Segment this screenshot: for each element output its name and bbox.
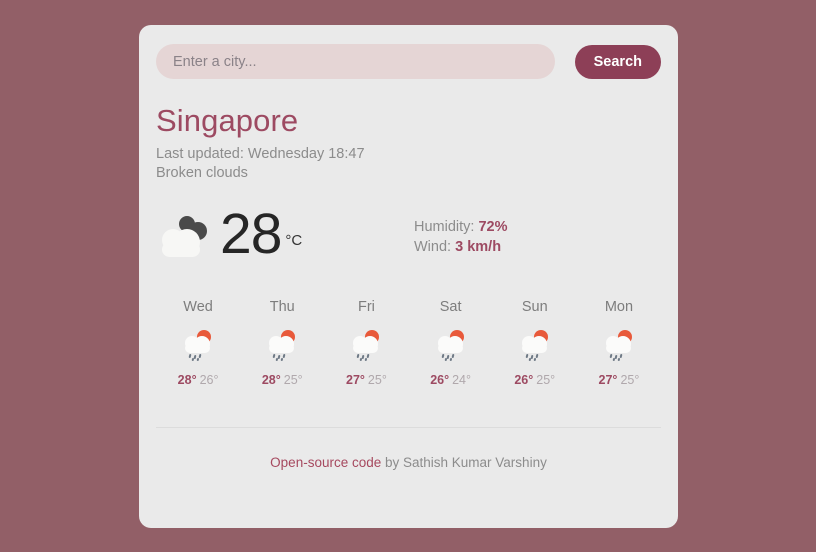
forecast-temps: 27° 25° [577,374,661,387]
forecast-temp-max: 26° [430,373,450,388]
forecast-day-wed: Wed 28° 26° [156,300,240,387]
forecast-day-label: Mon [604,298,634,315]
forecast-temps: 28° 26° [156,374,240,387]
forecast-temp-min: 25° [367,373,387,388]
forecast-day-sat: Sat 26° 24° [409,300,493,387]
forecast-temp-min: 24° [452,373,471,388]
forecast-temps: 28° 25° [240,374,324,387]
forecast-temp-max: 28° [177,373,197,388]
city-name: Singapore [156,103,299,138]
forecast-temps: 26° 25° [493,374,577,387]
forecast-temp-max: 26° [514,373,534,388]
forecast-day-fri: Fri 27° 25° [324,300,408,387]
footer-credit-text: by Sathish Kumar Varshiny [381,454,547,470]
broken-clouds-icon [156,206,218,264]
sun-behind-rain-cloud-icon [240,325,324,365]
search-input[interactable] [156,44,555,79]
forecast-day-label: Wed [183,298,213,315]
forecast-temp-max: 27° [598,373,618,388]
weather-app-card: Search Singapore Last updated: Wednesday… [139,25,678,528]
sun-behind-rain-cloud-icon [324,325,408,365]
forecast-temp-min: 25° [620,373,640,388]
temperature-unit: °C [285,232,303,250]
forecast-temps: 26° 24° [409,374,493,387]
current-temperature-group: 28 °C [156,206,414,264]
sun-behind-rain-cloud-icon [577,325,661,365]
weather-description-text: Broken clouds [156,164,248,181]
search-button[interactable]: Search [574,44,661,79]
humidity-value: 72% [478,218,508,235]
sun-behind-rain-cloud-icon [493,325,577,365]
forecast-day-sun: Sun 26° 25° [493,300,577,387]
forecast-day-mon: Mon 27° 25° [577,300,661,387]
forecast-day-label: Sat [439,298,462,315]
forecast-temp-min: 25° [536,373,556,388]
forecast-temp-min: 25° [283,373,303,388]
forecast-day-label: Sun [521,298,548,315]
forecast-day-thu: Thu 28° 25° [240,300,324,387]
city-summary: Singapore Last updated: Wednesday 18:47 … [156,79,661,183]
footer: Open-source code by Sathish Kumar Varshi… [156,428,661,470]
forecast-temps: 27° 25° [324,374,408,387]
forecast-temp-min: 26° [199,373,219,388]
forecast-day-label: Fri [357,298,375,315]
wind-label: Wind: [414,238,452,255]
wind-row: Wind: 3 km/h [414,237,508,257]
open-source-code-link[interactable]: Open-source code [270,455,381,470]
humidity-label: Humidity: [414,218,475,235]
forecast-temp-max: 27° [346,373,365,388]
forecast-day-label: Thu [269,298,295,315]
current-temperature-value: 28 [220,202,282,267]
sun-behind-rain-cloud-icon [409,325,493,365]
current-stats: Humidity: 72% Wind: 3 km/h [414,213,508,257]
forecast-list: Wed 28° 26° Thu 28° 25° Fri 27° 25° Sat … [156,264,661,387]
forecast-temp-max: 28° [261,373,281,388]
sun-behind-rain-cloud-icon [156,325,240,365]
humidity-row: Humidity: 72% [414,217,508,237]
search-bar: Search [156,25,661,79]
current-conditions: 28 °C Humidity: 72% Wind: 3 km/h [156,183,661,264]
wind-value: 3 km/h [455,238,502,255]
last-updated-text: Last updated: Wednesday 18:47 [156,145,365,162]
